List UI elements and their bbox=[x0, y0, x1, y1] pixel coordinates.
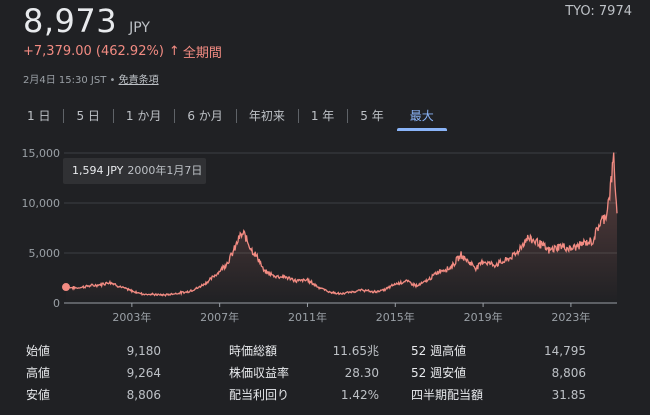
y-tick-label: 0 bbox=[53, 297, 60, 310]
tab-1-day[interactable]: 1 日 bbox=[14, 104, 63, 128]
tooltip-price: 1,594 JPY bbox=[72, 164, 124, 177]
arrow-up-icon: ↑ bbox=[168, 44, 180, 59]
stat-label-52w-low: 52 週安値 bbox=[411, 366, 467, 380]
tab-1-month[interactable]: 1 か月 bbox=[112, 104, 174, 128]
tab-ytd[interactable]: 年初来 bbox=[235, 104, 298, 128]
tab-6-month[interactable]: 6 か月 bbox=[174, 104, 235, 128]
stat-label-low: 安値 bbox=[26, 388, 51, 402]
y-tick-label: 10,000 bbox=[22, 197, 61, 210]
stat-label-market-cap: 時価総額 bbox=[229, 344, 278, 358]
tooltip-date: 2000年1月7日 bbox=[127, 164, 203, 177]
meta-separator: • bbox=[106, 75, 119, 86]
stat-label-open: 始値 bbox=[26, 344, 51, 358]
timestamp: 2月4日 15:30 JST bbox=[23, 75, 107, 86]
change-period: 全期間 bbox=[182, 46, 222, 61]
stats-table: 始値 9,180 時価総額 11.65兆 52 週高値 14,795 高値 9,… bbox=[26, 340, 631, 406]
stat-label-quarterly-dividend: 四半期配当額 bbox=[411, 388, 484, 402]
stat-value-open: 9,180 bbox=[126, 344, 161, 358]
stats-row: 始値 9,180 時価総額 11.65兆 52 週高値 14,795 bbox=[26, 340, 631, 362]
stat-label-pe-ratio: 株価収益率 bbox=[229, 366, 290, 380]
current-price: 8,973 bbox=[23, 2, 118, 40]
stat-value-pe-ratio: 28.30 bbox=[344, 366, 379, 380]
tab-1-year[interactable]: 1 年 bbox=[297, 104, 347, 128]
stat-label-dividend-yield: 配当利回り bbox=[229, 388, 290, 402]
x-tick-label: 2015年 bbox=[376, 310, 415, 324]
currency-label: JPY bbox=[129, 20, 150, 36]
x-tick-label: 2003年 bbox=[112, 310, 151, 324]
stats-row: 安値 8,806 配当利回り 1.42% 四半期配当額 31.85 bbox=[26, 384, 631, 406]
stat-label-high: 高値 bbox=[26, 366, 51, 380]
range-tabs: 1 日 5 日 1 か月 6 か月 年初来 1 年 5 年 最大 bbox=[14, 104, 447, 131]
y-tick-label: 5,000 bbox=[29, 247, 61, 260]
stat-value-low: 8,806 bbox=[126, 388, 161, 402]
disclaimer-link[interactable]: 免責条項 bbox=[119, 75, 159, 86]
x-tick-label: 2019年 bbox=[464, 310, 503, 324]
stat-value-52w-low: 8,806 bbox=[551, 366, 586, 380]
stat-value-high: 9,264 bbox=[126, 366, 161, 380]
price-change: +7,379.00 (462.92%) ↑ 全期間 bbox=[23, 42, 222, 61]
change-value: +7,379.00 (462.92%) bbox=[23, 44, 164, 59]
quote-meta: 2月4日 15:30 JST • 免責条項 bbox=[23, 71, 222, 86]
hover-point bbox=[62, 283, 70, 292]
stat-value-52w-high: 14,795 bbox=[544, 344, 586, 358]
quote-header: 8,973 JPY +7,379.00 (462.92%) ↑ 全期間 2月4日… bbox=[23, 2, 222, 86]
stats-row: 高値 9,264 株価収益率 28.30 52 週安値 8,806 bbox=[26, 362, 631, 384]
x-tick-label: 2023年 bbox=[551, 310, 590, 324]
y-tick-label: 15,000 bbox=[22, 147, 61, 160]
x-tick-label: 2011年 bbox=[288, 310, 327, 324]
stat-value-market-cap: 11.65兆 bbox=[332, 344, 379, 358]
x-tick-label: 2007年 bbox=[200, 310, 239, 324]
ticker-symbol: TYO: 7974 bbox=[565, 4, 632, 19]
stat-value-dividend-yield: 1.42% bbox=[340, 388, 379, 402]
tab-5-year[interactable]: 5 年 bbox=[347, 104, 396, 128]
chart-tooltip: 1,594 JPY 2000年1月7日 bbox=[63, 158, 206, 184]
stat-label-52w-high: 52 週高値 bbox=[411, 344, 467, 358]
stat-value-quarterly-dividend: 31.85 bbox=[551, 388, 586, 402]
tab-max[interactable]: 最大 bbox=[396, 104, 447, 131]
tab-5-day[interactable]: 5 日 bbox=[63, 104, 112, 128]
